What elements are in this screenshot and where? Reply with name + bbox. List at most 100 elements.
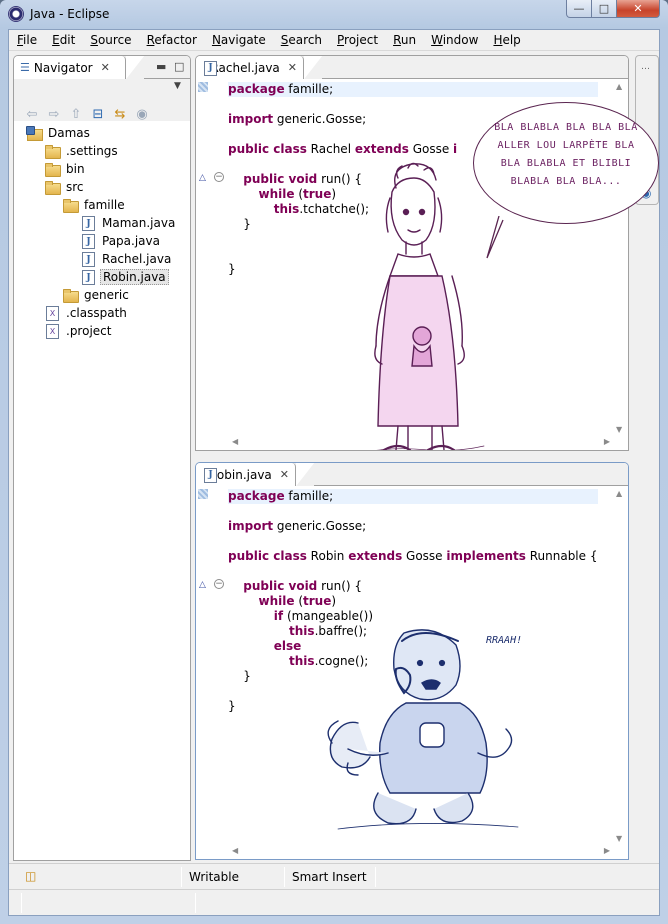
keyword-token: true [303,187,332,201]
override-marker-icon[interactable]: △ [199,173,206,183]
minimize-view-icon[interactable]: ▬ [156,60,166,73]
filters-icon[interactable]: ◉ [134,106,150,122]
fold-toggle-icon[interactable]: − [214,172,224,182]
scroll-left-icon[interactable]: ◀ [232,846,238,855]
tab-navigator[interactable]: ☰ Navigator ✕ [14,56,126,79]
tree-item[interactable]: Maman.java [80,214,177,232]
code-token: } [228,699,236,713]
tab-edge [304,56,322,79]
menu-refactor[interactable]: Refactor [143,33,201,47]
menu-separator [9,50,659,51]
tree-item[interactable]: .project [44,322,113,340]
insert-mode-status: Smart Insert [292,870,367,884]
code-token: ) [331,594,337,608]
menu-help[interactable]: Help [489,33,524,47]
keyword-token: this [289,624,315,638]
scroll-right-icon[interactable]: ▶ [604,437,610,446]
menu-search[interactable]: Search [277,33,326,47]
speech-bubble: BLA BLABLA BLA BLA BLA ALLER LOU LARPÈTE… [473,102,659,224]
code-line[interactable] [228,504,598,519]
tab-robin-java[interactable]: Robin.java ✕ [196,463,296,486]
tab-edge [126,56,144,79]
view-menu-icon[interactable]: ▼ [174,81,181,91]
folder-icon [44,143,61,159]
scroll-up-icon[interactable]: ▲ [616,489,622,498]
menu-navigate[interactable]: Navigate [208,33,270,47]
code-line[interactable] [228,564,598,579]
tree-item[interactable]: generic [62,286,131,304]
robin-editor-body[interactable]: − △ package famille; import generic.Goss… [196,487,628,859]
menu-project[interactable]: Project [333,33,382,47]
code-token: } [228,217,251,231]
scroll-down-icon[interactable]: ▼ [616,834,622,843]
tree-item[interactable]: Papa.java [80,232,162,250]
folder-icon [62,287,79,303]
eclipse-app-icon[interactable] [8,6,24,22]
menu-edit[interactable]: Edit [48,33,79,47]
tree-item[interactable]: bin [44,160,87,178]
link-with-editor-icon[interactable]: ⇆ [112,106,128,122]
code-line[interactable]: public class Robin extends Gosse impleme… [228,549,598,564]
tree-item[interactable]: Rachel.java [80,250,173,268]
scroll-up-icon[interactable]: ▲ [616,82,622,91]
scroll-left-icon[interactable]: ◀ [232,437,238,446]
close-button[interactable]: ✕ [617,0,660,18]
override-marker-icon[interactable]: △ [199,580,206,590]
robin-tab-bar: Robin.java ✕ [196,463,628,486]
keyword-token: package [228,82,285,96]
forward-arrow-icon[interactable]: ⇨ [46,106,62,122]
tree-item[interactable]: .classpath [44,304,129,322]
close-tab-icon[interactable]: ✕ [288,61,297,74]
scroll-down-icon[interactable]: ▼ [616,425,622,434]
tree-item-label: bin [66,162,85,176]
restore-icon[interactable]: … [641,62,650,72]
code-line[interactable]: import generic.Gosse; [228,519,598,534]
tree-item[interactable]: Damas [26,124,92,142]
up-folder-icon[interactable]: ⇧ [68,106,84,122]
keyword-token: this [273,202,300,216]
rachel-tab-label: Rachel.java [210,60,280,75]
menu-source[interactable]: Source [86,33,135,47]
maximize-view-icon[interactable]: □ [174,60,184,73]
collapse-all-icon[interactable]: ⊟ [90,106,106,122]
code-line[interactable]: if (mangeable()) [228,609,598,624]
code-token: run() { [317,579,363,593]
code-line[interactable]: while (true) [228,594,598,609]
navigator-tab-bar: ☰ Navigator ✕ ▬ □ [14,56,190,79]
tree-item[interactable]: src [44,178,86,196]
tree-item[interactable]: .settings [44,142,120,160]
menu-run[interactable]: Run [389,33,420,47]
close-tab-icon[interactable]: ✕ [101,61,110,74]
menu-window[interactable]: Window [427,33,482,47]
fast-view-icon[interactable]: ◫ [25,869,36,883]
current-line-marker [198,82,208,92]
code-line[interactable]: package famille; [228,82,598,97]
code-line[interactable] [228,534,598,549]
tree-item[interactable]: Robin.java [80,268,169,286]
tab-rachel-java[interactable]: Rachel.java ✕ [196,56,304,79]
project-icon [26,125,43,141]
title-bar[interactable]: Java - Eclipse — □ ✕ [0,0,668,29]
tree-item[interactable]: famille [62,196,127,214]
robin-horizontal-scrollbar[interactable]: ◀ ▶ [210,843,612,859]
scroll-right-icon[interactable]: ▶ [604,846,610,855]
maximize-button[interactable]: □ [592,0,617,18]
close-tab-icon[interactable]: ✕ [280,468,289,481]
robin-vertical-scrollbar[interactable]: ▲ ▼ [612,487,628,843]
code-line[interactable]: public void run() { [228,579,598,594]
tree-item-label: Rachel.java [102,252,172,266]
code-line[interactable]: package famille; [228,489,598,504]
back-arrow-icon[interactable]: ⇦ [24,106,40,122]
keyword-token: public class [228,549,307,563]
girl-doodle-drawing [374,162,485,450]
status-separator [375,867,376,887]
minimize-button[interactable]: — [566,0,592,18]
java-file-icon [80,269,96,285]
keyword-token: import [228,112,274,126]
menu-file[interactable]: File [13,33,41,47]
fold-toggle-icon[interactable]: − [214,579,224,589]
